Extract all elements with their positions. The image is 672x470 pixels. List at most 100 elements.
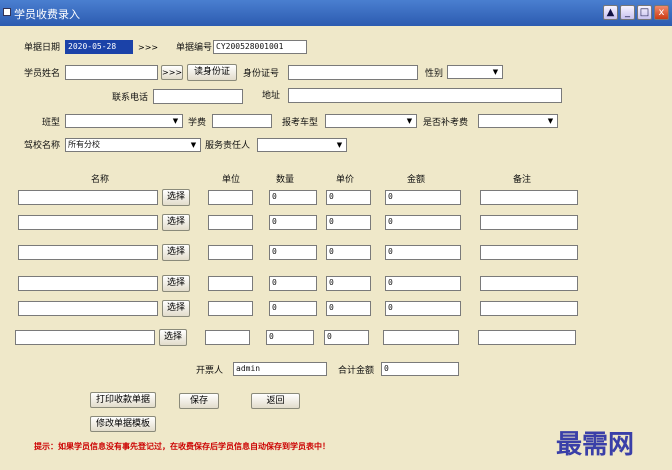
- item-remark-input[interactable]: [480, 245, 578, 260]
- service-person-label: 服务责任人: [205, 141, 251, 151]
- dropdown-arrow-icon: ▼: [406, 117, 413, 125]
- select-item-button[interactable]: 选择: [162, 275, 190, 292]
- vehicle-select[interactable]: ▼: [325, 114, 417, 128]
- date-input[interactable]: 2020-05-28: [65, 40, 133, 54]
- restore-button[interactable]: _: [620, 5, 635, 20]
- address-input[interactable]: [288, 88, 562, 103]
- item-unit-input[interactable]: [205, 330, 250, 345]
- item-unit-input[interactable]: [208, 276, 253, 291]
- item-price-input[interactable]: 0: [326, 245, 371, 260]
- select-item-button[interactable]: 选择: [162, 214, 190, 231]
- makeup-fee-label: 是否补考费: [423, 118, 469, 128]
- item-qty-input[interactable]: 0: [266, 330, 314, 345]
- class-label: 班型: [42, 118, 61, 128]
- item-price-input[interactable]: 0: [326, 190, 371, 205]
- item-unit-input[interactable]: [208, 245, 253, 260]
- dropdown-arrow-icon: ▼: [336, 141, 343, 149]
- class-select[interactable]: ▼: [65, 114, 183, 128]
- header-amount: 金额: [407, 175, 426, 185]
- item-name-input[interactable]: [15, 330, 155, 345]
- item-remark-input[interactable]: [480, 301, 578, 316]
- back-button[interactable]: 返回: [251, 393, 300, 409]
- header-qty: 数量: [276, 175, 295, 185]
- issuer-label: 开票人: [196, 366, 224, 376]
- id-card-input[interactable]: [288, 65, 418, 80]
- item-unit-input[interactable]: [208, 301, 253, 316]
- item-price-input[interactable]: 0: [326, 276, 371, 291]
- item-unit-input[interactable]: [208, 215, 253, 230]
- header-unit: 单位: [222, 175, 241, 185]
- select-item-button[interactable]: 选择: [162, 244, 190, 261]
- student-name-label: 学员姓名: [24, 69, 61, 79]
- item-name-input[interactable]: [18, 190, 158, 205]
- school-value: 所有分校: [68, 140, 100, 149]
- header-name: 名称: [91, 175, 110, 185]
- item-name-input[interactable]: [18, 301, 158, 316]
- makeup-fee-select[interactable]: ▼: [478, 114, 558, 128]
- gender-label: 性别: [425, 69, 444, 79]
- id-card-label: 身份证号: [243, 69, 280, 79]
- phone-label: 联系电话: [112, 93, 149, 103]
- service-person-select[interactable]: ▼: [257, 138, 347, 152]
- close-button[interactable]: x: [654, 5, 669, 20]
- total-label: 合计金额: [338, 366, 375, 376]
- doc-no-label: 单据编号: [176, 43, 213, 53]
- fee-label: 学费: [188, 118, 207, 128]
- gender-select[interactable]: ▼: [447, 65, 503, 79]
- item-amount-input[interactable]: 0: [385, 190, 461, 205]
- edit-template-button[interactable]: 修改单据模板: [90, 416, 156, 432]
- dropdown-arrow-icon: ▼: [172, 117, 179, 125]
- item-qty-input[interactable]: 0: [269, 276, 317, 291]
- item-remark-input[interactable]: [480, 215, 578, 230]
- title-bar: [0, 0, 672, 26]
- issuer-input[interactable]: admin: [233, 362, 327, 376]
- doc-no-input[interactable]: CY200528001001: [213, 40, 307, 54]
- item-price-input[interactable]: 0: [326, 301, 371, 316]
- item-remark-input[interactable]: [480, 190, 578, 205]
- header-price: 单价: [336, 175, 355, 185]
- save-button[interactable]: 保存: [179, 393, 219, 409]
- header-remark: 备注: [513, 175, 532, 185]
- item-name-input[interactable]: [18, 245, 158, 260]
- item-unit-input[interactable]: [208, 190, 253, 205]
- window-title: 学员收费录入: [14, 8, 80, 21]
- watermark-logo: 最需网: [556, 430, 635, 460]
- dropdown-arrow-icon: ▼: [190, 141, 197, 149]
- address-label: 地址: [262, 91, 281, 101]
- item-amount-input[interactable]: 0: [385, 276, 461, 291]
- select-item-button[interactable]: 选择: [159, 329, 187, 346]
- select-item-button[interactable]: 选择: [162, 300, 190, 317]
- select-item-button[interactable]: 选择: [162, 189, 190, 206]
- fee-input[interactable]: [212, 114, 272, 128]
- notice-text: 提示：如果学员信息没有事先登记过，在收费保存后学员信息自动保存到学员表中！: [34, 442, 330, 451]
- item-remark-input[interactable]: [480, 276, 578, 291]
- phone-input[interactable]: [153, 89, 243, 104]
- vehicle-label: 报考车型: [282, 118, 319, 128]
- item-price-input[interactable]: 0: [324, 330, 369, 345]
- school-label: 驾校名称: [24, 141, 61, 151]
- item-remark-input[interactable]: [478, 330, 576, 345]
- item-qty-input[interactable]: 0: [269, 190, 317, 205]
- dropdown-arrow-icon: ▼: [492, 68, 499, 76]
- maximize-button[interactable]: □: [637, 5, 652, 20]
- item-amount-input[interactable]: 0: [385, 301, 461, 316]
- item-amount-input[interactable]: 0: [385, 215, 461, 230]
- item-amount-input[interactable]: [383, 330, 459, 345]
- app-icon: [3, 8, 11, 16]
- date-picker-button[interactable]: >>>: [137, 40, 159, 55]
- item-price-input[interactable]: 0: [326, 215, 371, 230]
- student-name-input[interactable]: [65, 65, 158, 80]
- school-select[interactable]: 所有分校 ▼: [65, 138, 201, 152]
- total-input[interactable]: 0: [381, 362, 459, 376]
- item-qty-input[interactable]: 0: [269, 215, 317, 230]
- minimize-button[interactable]: ▲: [603, 5, 618, 20]
- print-receipt-button[interactable]: 打印收款单据: [90, 392, 156, 408]
- item-qty-input[interactable]: 0: [269, 245, 317, 260]
- item-name-input[interactable]: [18, 276, 158, 291]
- item-qty-input[interactable]: 0: [269, 301, 317, 316]
- student-lookup-button[interactable]: >>>: [161, 65, 183, 80]
- date-label: 单据日期: [24, 43, 61, 53]
- item-amount-input[interactable]: 0: [385, 245, 461, 260]
- item-name-input[interactable]: [18, 215, 158, 230]
- read-id-card-button[interactable]: 读身份证: [187, 64, 237, 81]
